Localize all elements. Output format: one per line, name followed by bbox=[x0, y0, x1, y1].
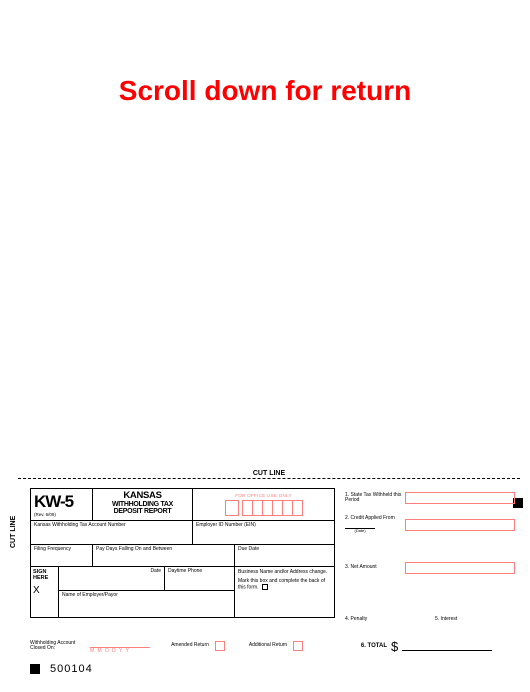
alignment-mark-bottom bbox=[30, 664, 40, 674]
account-number-field[interactable]: Kansas Withholding Tax Account Number bbox=[31, 521, 193, 544]
penalty-interest-row: 4. Penalty 5. Interest bbox=[345, 616, 515, 622]
filing-frequency-label: Filing Frequency bbox=[34, 546, 71, 552]
date-phone-row: Date Daytime Phone bbox=[59, 567, 234, 591]
line-5-label: 5. Interest bbox=[435, 616, 457, 622]
amended-return-checkbox[interactable] bbox=[215, 641, 225, 651]
pay-days-field[interactable]: Pay Days Falling On and Between bbox=[93, 545, 235, 566]
ein-label: Employer ID Number (EIN) bbox=[196, 522, 256, 528]
line-4-label: 4. Penalty bbox=[345, 616, 435, 622]
due-date-label: Due Date bbox=[238, 546, 259, 552]
scroll-down-message: Scroll down for return bbox=[0, 75, 530, 107]
total-label: 6. TOTAL bbox=[341, 643, 391, 649]
filing-row: Filing Frequency Pay Days Falling On and… bbox=[31, 545, 334, 567]
additional-return-label: Additional Return bbox=[243, 643, 293, 648]
barcode-row: 500104 bbox=[30, 663, 93, 675]
line-3-label: 3. Net Amount bbox=[345, 565, 405, 571]
office-box[interactable] bbox=[225, 500, 239, 516]
due-date-field[interactable]: Due Date bbox=[235, 545, 334, 566]
address-change-text2: Mark this box and complete the back of t… bbox=[238, 578, 325, 590]
employer-name-field[interactable]: Name of Employer/Payor bbox=[59, 591, 234, 617]
account-row: Kansas Withholding Tax Account Number Em… bbox=[31, 521, 334, 545]
line-2-input[interactable] bbox=[405, 519, 515, 531]
line-1-input[interactable] bbox=[405, 492, 515, 504]
office-use-cell: FOR OFFICE USE ONLY bbox=[193, 489, 334, 520]
account-number-label: Kansas Withholding Tax Account Number bbox=[34, 522, 126, 528]
line-3-input[interactable] bbox=[405, 562, 515, 574]
line-2-label: 2. Credit Applied From (Date) bbox=[345, 516, 405, 533]
bottom-strip: Withholding Account Closed On: M M D D Y… bbox=[30, 636, 520, 656]
sign-middle: Date Daytime Phone Name of Employer/Payo… bbox=[59, 567, 235, 617]
additional-return-checkbox[interactable] bbox=[293, 641, 303, 651]
filing-frequency-field[interactable]: Filing Frequency bbox=[31, 545, 93, 566]
office-use-boxes bbox=[225, 500, 303, 516]
office-box[interactable] bbox=[292, 500, 303, 516]
line-2-label-text: 2. Credit Applied From bbox=[345, 515, 395, 521]
ein-field[interactable]: Employer ID Number (EIN) bbox=[193, 521, 334, 544]
line-2-date-label: (Date) bbox=[345, 528, 375, 533]
pay-days-label: Pay Days Falling On and Between bbox=[96, 546, 172, 552]
closed-date-format[interactable]: M M D D Y Y bbox=[90, 647, 150, 654]
amended-return-label: Amended Return bbox=[165, 643, 215, 648]
page: Scroll down for return CUT LINE CUT LINE… bbox=[0, 0, 530, 692]
office-use-label: FOR OFFICE USE ONLY bbox=[235, 493, 292, 498]
line-1-label: 1. State Tax Withheld this Period bbox=[345, 493, 405, 504]
cut-line-dash bbox=[18, 478, 520, 479]
line-2-row: 2. Credit Applied From (Date) bbox=[345, 516, 515, 550]
date-label: Date bbox=[150, 568, 161, 574]
cut-line-horizontal: CUT LINE bbox=[18, 478, 520, 479]
phone-label: Daytime Phone bbox=[168, 568, 202, 574]
total-input[interactable] bbox=[402, 641, 492, 651]
header-row: KW-5 (Rev. 6/09) KANSAS WITHHOLDING TAX … bbox=[31, 489, 334, 521]
title-line-1: WITHHOLDING TAX bbox=[93, 501, 192, 508]
form-barcode-number: 500104 bbox=[50, 663, 93, 675]
employer-name-label: Name of Employer/Payor bbox=[62, 592, 118, 598]
main-form-box: KW-5 (Rev. 6/09) KANSAS WITHHOLDING TAX … bbox=[30, 488, 335, 618]
account-closed-label: Withholding Account Closed On: bbox=[30, 641, 90, 652]
address-change-text1: Business Name and/or Address change. bbox=[238, 569, 331, 575]
sign-row: SIGN HERE X Date Daytime Phone Name of E… bbox=[31, 567, 334, 617]
form-revision: (Rev. 6/09) bbox=[34, 512, 89, 517]
line-1-row: 1. State Tax Withheld this Period bbox=[345, 488, 515, 508]
cut-line-vertical-label: CUT LINE bbox=[10, 516, 17, 548]
dollar-sign: $ bbox=[391, 639, 398, 654]
phone-field[interactable]: Daytime Phone bbox=[164, 567, 234, 590]
address-change-checkbox[interactable] bbox=[262, 584, 268, 590]
date-field[interactable]: Date bbox=[59, 567, 164, 590]
amounts-column: 1. State Tax Withheld this Period 2. Cre… bbox=[345, 488, 515, 586]
form-title-cell: KANSAS WITHHOLDING TAX DEPOSIT REPORT bbox=[93, 489, 193, 520]
cut-line-label: CUT LINE bbox=[247, 470, 291, 477]
address-change-cell: Business Name and/or Address change. Mar… bbox=[235, 567, 334, 617]
sign-x: X bbox=[33, 585, 56, 596]
title-line-2: DEPOSIT REPORT bbox=[93, 508, 192, 515]
line-3-row: 3. Net Amount bbox=[345, 558, 515, 578]
form-code: KW-5 bbox=[34, 492, 89, 512]
form-code-cell: KW-5 (Rev. 6/09) bbox=[31, 489, 93, 520]
form-area: CUT LINE KW-5 (Rev. 6/09) KANSAS WITHHOL… bbox=[30, 488, 520, 683]
sign-here-label: SIGN HERE bbox=[33, 569, 56, 581]
sign-here-cell[interactable]: SIGN HERE X bbox=[31, 567, 59, 617]
state-name: KANSAS bbox=[93, 491, 192, 501]
